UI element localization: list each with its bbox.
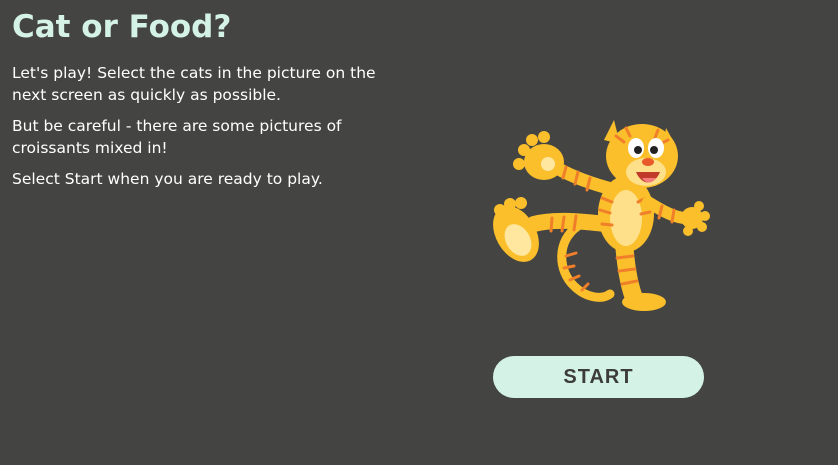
page-title: Cat or Food? [12,9,232,45]
start-button[interactable]: START [493,356,704,398]
instructions: Let's play! Select the cats in the pictu… [12,62,387,199]
cartoon-tiger-icon [493,120,710,311]
instruction-paragraph: Select Start when you are ready to play. [12,170,323,188]
instruction-paragraph: But be careful - there are some pictures… [12,117,342,157]
instruction-paragraph: Let's play! Select the cats in the pictu… [12,64,376,104]
